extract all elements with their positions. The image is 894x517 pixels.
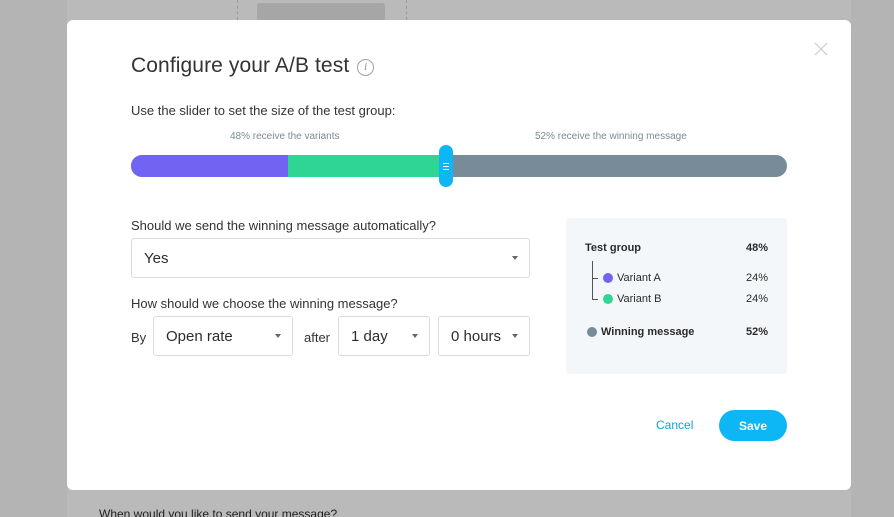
chevron-down-icon xyxy=(512,334,518,338)
winning-metric-select[interactable]: Open rate xyxy=(153,316,293,356)
save-button[interactable]: Save xyxy=(719,410,787,441)
variant-a-dot xyxy=(603,273,613,283)
variant-a-label: Variant A xyxy=(617,272,661,284)
variant-a-pct: 24% xyxy=(745,272,768,284)
variant-b-label: Variant B xyxy=(617,293,662,305)
days-value: 1 day xyxy=(351,327,388,345)
variant-b-pct: 24% xyxy=(745,293,768,305)
info-icon[interactable]: i xyxy=(357,59,375,76)
winning-dot xyxy=(587,327,597,337)
by-label: By xyxy=(131,330,147,345)
tree-connector xyxy=(592,261,593,299)
auto-send-select[interactable]: Yes xyxy=(131,238,530,278)
choose-winner-question: How should we choose the winning message… xyxy=(131,296,398,311)
winning-caption: 52% receive the winning message xyxy=(535,131,687,142)
background-card-thumbnail xyxy=(257,3,385,20)
test-group-slider-track[interactable] xyxy=(131,155,787,177)
tree-branch-a xyxy=(592,278,598,279)
after-label: after xyxy=(304,330,331,345)
variant-a-row: Variant A xyxy=(603,272,661,284)
winning-label: Winning message xyxy=(601,326,695,338)
winning-metric-value: Open rate xyxy=(166,327,233,345)
variant-b-segment xyxy=(288,155,449,177)
ab-test-modal: Configure your A/B test i Use the slider… xyxy=(67,20,851,490)
title-row: Configure your A/B test i xyxy=(131,54,375,78)
slider-handle[interactable] xyxy=(439,145,453,187)
days-select[interactable]: 1 day xyxy=(338,316,430,356)
chevron-down-icon xyxy=(512,256,518,260)
variant-b-row: Variant B xyxy=(603,293,661,305)
background-send-question: When would you like to send your message… xyxy=(99,507,338,517)
tree-branch-b xyxy=(592,299,598,300)
winning-pct: 52% xyxy=(745,326,768,338)
slider-instruction: Use the slider to set the size of the te… xyxy=(131,103,396,118)
chevron-down-icon xyxy=(275,334,281,338)
modal-title: Configure your A/B test xyxy=(131,54,350,77)
variant-b-dot xyxy=(603,294,613,304)
auto-send-question: Should we send the winning message autom… xyxy=(131,218,436,233)
chevron-down-icon xyxy=(412,334,418,338)
cancel-button[interactable]: Cancel xyxy=(656,418,693,432)
winning-row: Winning message xyxy=(587,326,694,338)
variant-a-segment xyxy=(131,155,288,177)
test-group-label: Test group xyxy=(585,242,642,254)
variants-caption: 48% receive the variants xyxy=(230,131,340,142)
test-group-pct: 48% xyxy=(745,242,768,254)
grip-icon xyxy=(443,162,449,170)
close-icon[interactable] xyxy=(813,41,829,57)
hours-select[interactable]: 0 hours xyxy=(438,316,530,356)
auto-send-value: Yes xyxy=(144,249,169,267)
test-summary-panel: Test group 48% Variant A 24% Variant B 2… xyxy=(566,218,787,374)
hours-value: 0 hours xyxy=(451,327,502,345)
